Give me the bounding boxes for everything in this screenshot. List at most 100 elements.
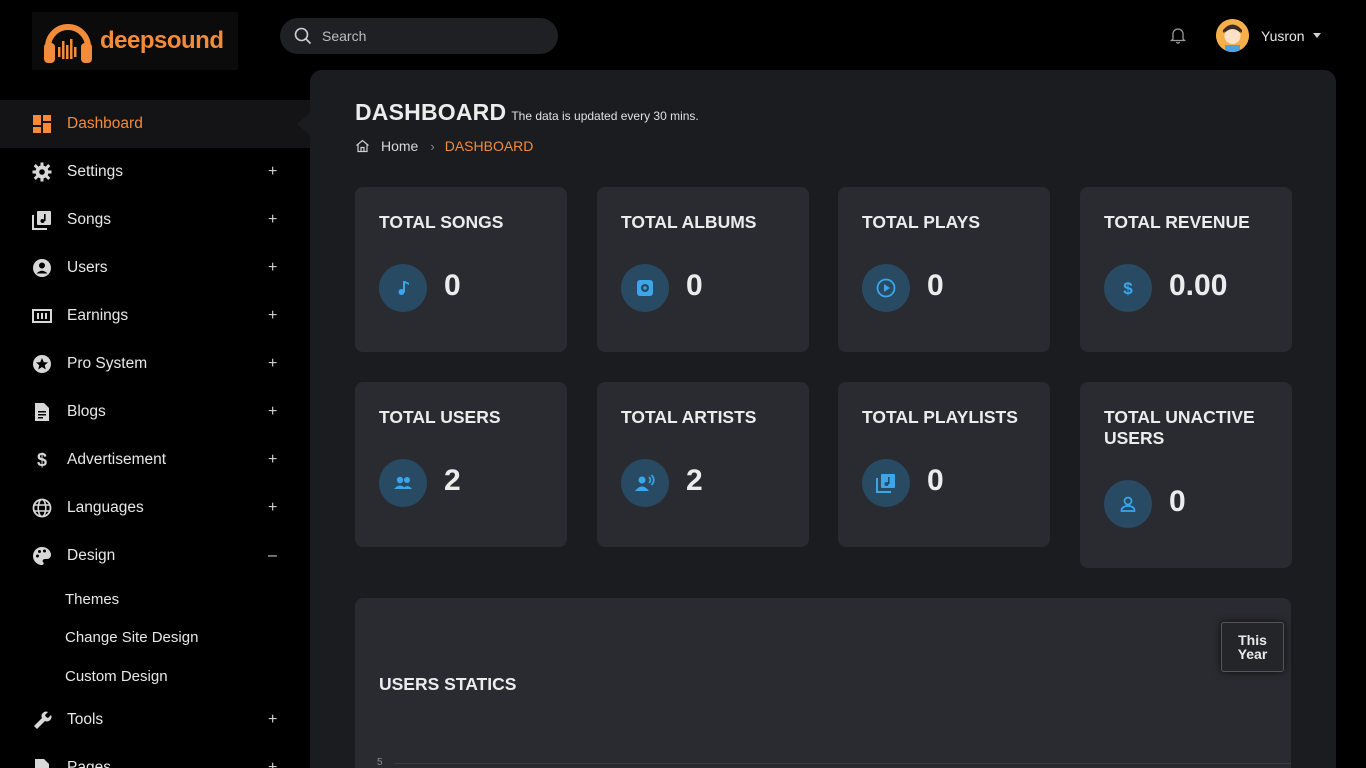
expand-icon[interactable]: + xyxy=(268,711,277,729)
collapse-icon[interactable]: – xyxy=(268,547,277,565)
stat-card-total-unactive-users: TOTAL UNACTIVE USERS 0 xyxy=(1080,382,1292,568)
star-icon xyxy=(31,353,53,375)
sidebar-item-design[interactable]: Design – xyxy=(0,532,310,580)
section-title: USERS STATICS xyxy=(379,674,517,694)
sidebar-item-label: Design xyxy=(67,547,116,564)
search-input[interactable] xyxy=(322,28,542,44)
sidebar-item-label: Advertisement xyxy=(67,451,167,468)
card-title: TOTAL PLAYLISTS xyxy=(862,407,1018,427)
stat-card-total-plays: TOTAL PLAYS 0 xyxy=(838,187,1050,352)
brand-logo[interactable]: deepsound xyxy=(32,12,238,70)
stat-card-total-songs: TOTAL SONGS 0 xyxy=(355,187,567,352)
dollar-icon: $ xyxy=(31,449,53,471)
stat-card-total-revenue: TOTAL REVENUE $ 0.00 xyxy=(1080,187,1292,352)
expand-icon[interactable]: + xyxy=(268,759,277,768)
sidebar-subitem-custom-design[interactable]: Custom Design xyxy=(0,657,310,696)
expand-icon[interactable]: + xyxy=(268,259,277,277)
sidebar-item-label: Dashboard xyxy=(67,115,143,132)
svg-text:$: $ xyxy=(1123,279,1133,298)
user-outline-icon xyxy=(1104,480,1152,528)
gear-icon xyxy=(31,161,53,183)
sidebar-item-label: Songs xyxy=(67,211,111,228)
card-value: 0 xyxy=(686,269,703,302)
chevron-right-icon: › xyxy=(430,138,435,154)
sidebar-item-songs[interactable]: Songs + xyxy=(0,196,310,244)
expand-icon[interactable]: + xyxy=(268,163,277,181)
card-title: TOTAL UNACTIVE USERS xyxy=(1104,407,1255,448)
sidebar-item-dashboard[interactable]: Dashboard xyxy=(0,100,311,148)
user-menu[interactable]: Yusron xyxy=(1216,19,1321,52)
sidebar-item-languages[interactable]: Languages + xyxy=(0,484,310,532)
sidebar-item-label: Languages xyxy=(67,499,144,516)
sidebar: Dashboard Settings + Songs + Users + Ear… xyxy=(0,100,311,768)
main-panel: DASHBOARD The data is updated every 30 m… xyxy=(310,70,1336,768)
svg-text:$: $ xyxy=(37,450,47,470)
chart-gridline xyxy=(395,763,1291,764)
notification-bell-icon[interactable] xyxy=(1168,25,1188,45)
page-title: DASHBOARD xyxy=(355,99,507,125)
sidebar-subitem-change-site-design[interactable]: Change Site Design xyxy=(0,619,310,658)
document-icon xyxy=(31,401,53,423)
stat-card-total-users: TOTAL USERS 2 xyxy=(355,382,567,547)
globe-icon xyxy=(31,497,53,519)
palette-icon xyxy=(31,545,53,567)
user-circle-icon xyxy=(31,257,53,279)
user-name: Yusron xyxy=(1261,27,1305,44)
disc-icon xyxy=(621,264,669,312)
stat-card-total-albums: TOTAL ALBUMS 0 xyxy=(597,187,809,352)
expand-icon[interactable]: + xyxy=(268,355,277,373)
time-range-button[interactable]: This Year xyxy=(1221,622,1284,672)
sidebar-item-earnings[interactable]: Earnings + xyxy=(0,292,310,340)
sidebar-item-label: Earnings xyxy=(67,307,129,324)
expand-icon[interactable]: + xyxy=(268,499,277,517)
page-subtitle: The data is updated every 30 mins. xyxy=(511,109,699,123)
card-title: TOTAL REVENUE xyxy=(1104,212,1250,232)
expand-icon[interactable]: + xyxy=(268,307,277,325)
card-value: 0 xyxy=(1169,485,1186,518)
expand-icon[interactable]: + xyxy=(268,451,277,469)
sidebar-item-blogs[interactable]: Blogs + xyxy=(0,388,310,436)
search-bar[interactable] xyxy=(280,18,558,54)
dashboard-icon xyxy=(31,113,53,135)
sidebar-item-pro-system[interactable]: Pro System + xyxy=(0,340,310,388)
stat-card-total-playlists: TOTAL PLAYLISTS 0 xyxy=(838,382,1050,547)
sidebar-item-users[interactable]: Users + xyxy=(0,244,310,292)
expand-icon[interactable]: + xyxy=(268,403,277,421)
sidebar-item-tools[interactable]: Tools + xyxy=(0,696,310,744)
card-title: TOTAL USERS xyxy=(379,407,501,427)
sidebar-item-pages[interactable]: Pages + xyxy=(0,744,310,768)
card-title: TOTAL SONGS xyxy=(379,212,504,232)
card-value: 0.00 xyxy=(1169,269,1228,302)
card-value: 0 xyxy=(927,269,944,302)
artist-icon xyxy=(621,459,669,507)
avatar xyxy=(1216,19,1249,52)
breadcrumb: Home › DASHBOARD xyxy=(355,138,533,154)
card-title: TOTAL ALBUMS xyxy=(621,212,757,232)
card-value: 0 xyxy=(927,464,944,497)
y-axis-tick: 5 xyxy=(377,757,383,768)
card-value: 2 xyxy=(686,464,703,497)
users-group-icon xyxy=(379,459,427,507)
sidebar-subitem-themes[interactable]: Themes xyxy=(0,580,310,619)
home-icon[interactable] xyxy=(355,139,370,153)
dollar-icon: $ xyxy=(1104,264,1152,312)
wrench-icon xyxy=(31,709,53,731)
music-note-icon xyxy=(379,264,427,312)
music-library-icon xyxy=(31,209,53,231)
play-circle-icon xyxy=(862,264,910,312)
breadcrumb-home-link[interactable]: Home xyxy=(381,138,418,154)
card-value: 2 xyxy=(444,464,461,497)
money-icon xyxy=(31,305,53,327)
card-title: TOTAL ARTISTS xyxy=(621,407,757,427)
playlist-icon xyxy=(862,459,910,507)
expand-icon[interactable]: + xyxy=(268,211,277,229)
stat-card-total-artists: TOTAL ARTISTS 2 xyxy=(597,382,809,547)
sidebar-item-label: Pro System xyxy=(67,355,148,372)
sidebar-item-label: Settings xyxy=(67,163,124,180)
page-header: DASHBOARD The data is updated every 30 m… xyxy=(355,99,699,126)
page-icon xyxy=(31,757,53,768)
sidebar-item-advertisement[interactable]: $ Advertisement + xyxy=(0,436,310,484)
sidebar-item-settings[interactable]: Settings + xyxy=(0,148,310,196)
sidebar-item-label: Pages xyxy=(67,758,111,768)
sidebar-item-label: Blogs xyxy=(67,403,106,420)
